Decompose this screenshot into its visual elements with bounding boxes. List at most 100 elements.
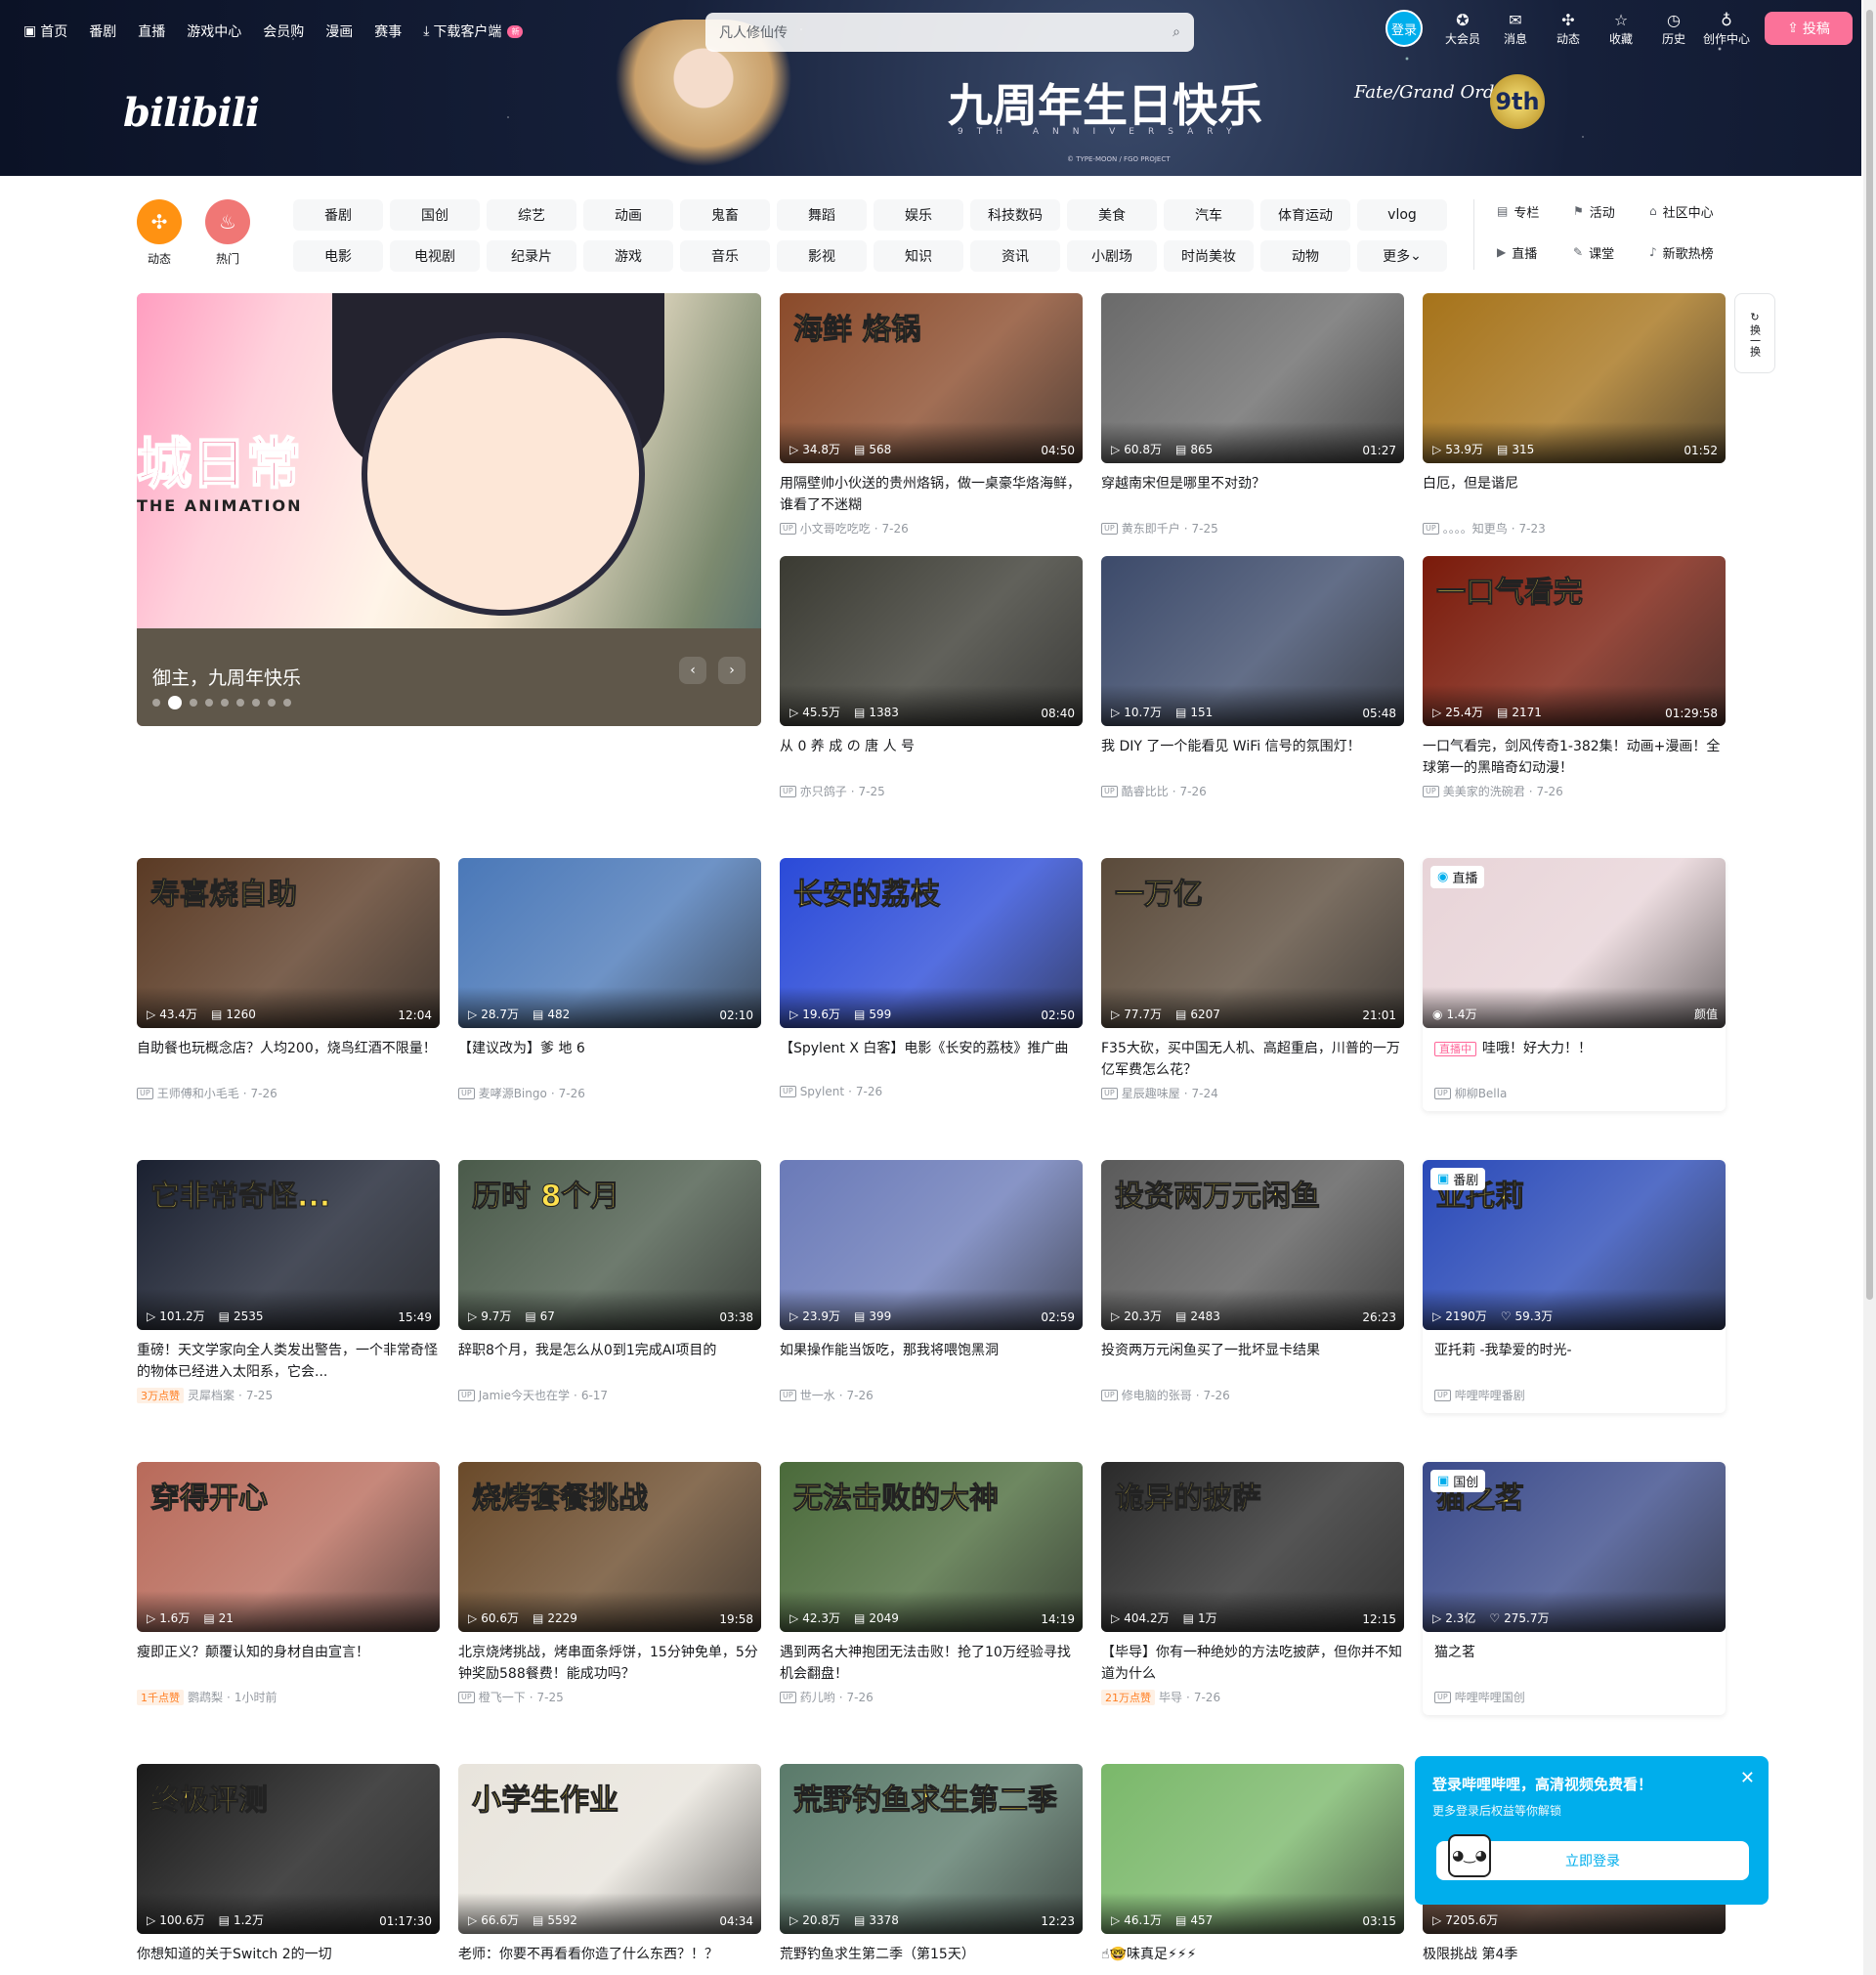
upload-button[interactable]: ⇪ 投稿 [1765, 12, 1853, 45]
video-card[interactable]: 诡异的披萨 ▷ 404.2万 ▤ 1万 12:15 【毕导】你有一种绝妙的方法吃披萨，但你并… [1101, 1462, 1404, 1705]
video-title[interactable]: 荒野钓鱼求生第二季（第15天） [780, 1944, 1083, 1975]
video-title[interactable]: 穿越南宋但是哪里不对劲？ [1101, 473, 1404, 516]
carousel-dot[interactable] [190, 699, 197, 707]
carousel-prev-button[interactable]: ‹ [679, 657, 706, 684]
video-card[interactable]: ◉ 直播 ◉ 1.4万 颜值 直播中 哇哦！好大力！！ UP 柳柳Bella [1423, 858, 1726, 1111]
user-nav-history[interactable]: ◷ 历史 [1647, 11, 1700, 47]
carousel-dot[interactable] [221, 699, 229, 707]
video-card[interactable]: 小学生作业 ▷ 66.6万 ▤ 5592 04:34 老师：你要不再看看你造了什么东西？！？ [458, 1764, 761, 1975]
channel-chip[interactable]: 体育运动 [1260, 199, 1350, 231]
channel-chip[interactable]: 舞蹈 [777, 199, 867, 231]
video-thumbnail[interactable]: 历时 8个月 ▷ 9.7万 ▤ 67 03:38 [458, 1160, 761, 1330]
carousel-title[interactable]: 御主，九周年快乐 [152, 664, 301, 690]
video-thumbnail[interactable]: 一口气看完 ▷ 25.4万 ▤ 2171 01:29:58 [1423, 556, 1726, 726]
video-card[interactable]: 烧烤套餐挑战 ▷ 60.6万 ▤ 2229 19:58 北京烧烤挑战，烤串面条烀饼，15分钟… [458, 1462, 761, 1705]
channel-chip[interactable]: 更多 ⌄ [1357, 240, 1447, 272]
carousel-dot[interactable] [152, 699, 160, 707]
video-thumbnail[interactable]: ▷ 45.5万 ▤ 1383 08:40 [780, 556, 1083, 726]
channel-chip[interactable]: 知识 [874, 240, 963, 272]
video-title[interactable]: 我 DIY 了一个能看见 WiFi 信号的氛围灯！ [1101, 736, 1404, 779]
video-meta[interactable]: UP 橙飞一下 · 7-25 [458, 1689, 761, 1705]
video-thumbnail[interactable]: ▷ 23.9万 ▤ 399 02:59 [780, 1160, 1083, 1330]
video-thumbnail[interactable]: 海鲜 烙锅 ▷ 34.8万 ▤ 568 04:50 [780, 293, 1083, 463]
side-link[interactable]: ✎ 课堂 [1573, 240, 1649, 264]
video-thumbnail[interactable]: 终极评测 ▷ 100.6万 ▤ 1.2万 01:17:30 [137, 1764, 440, 1934]
dynamic-entry[interactable]: ✣ 动态 [137, 199, 182, 267]
video-meta[interactable]: UP 药儿哟 · 7-26 [780, 1689, 1083, 1705]
side-link[interactable]: ▶ 直播 [1497, 240, 1573, 264]
video-meta[interactable]: UP 修电脑的张哥 · 7-26 [1101, 1387, 1404, 1403]
video-thumbnail[interactable]: 穿得开心 ▷ 1.6万 ▤ 21 [137, 1462, 440, 1632]
video-title[interactable]: 你想知道的关于Switch 2的一切 [137, 1944, 440, 1975]
video-card[interactable]: ▷ 28.7万 ▤ 482 02:10 【建议改为】爹 地 6 UP 麦哮源Bingo · 7-2… [458, 858, 761, 1101]
video-author[interactable]: Spylent [800, 1085, 844, 1098]
nav-item[interactable]: 赛事 [374, 21, 402, 41]
video-thumbnail[interactable]: 无法击败的大神 ▷ 42.3万 ▤ 2049 14:19 [780, 1462, 1083, 1632]
video-title[interactable]: 极限挑战 第4季 [1423, 1944, 1726, 1975]
hot-entry[interactable]: ♨ 热门 [205, 199, 250, 267]
video-author[interactable]: 。。。。知更鸟 [1443, 520, 1508, 537]
channel-chip[interactable]: 纪录片 [487, 240, 576, 272]
video-author[interactable]: 黄东即千户 [1122, 520, 1180, 537]
video-meta[interactable]: 1千点赞 鹦鹉梨 · 1小时前 [137, 1689, 440, 1705]
video-meta[interactable]: UP Spylent · 7-26 [780, 1085, 1083, 1098]
channel-chip[interactable]: vlog [1357, 199, 1447, 231]
video-title[interactable]: 瘦即正义？颠覆认知的身材自由宣言！ [137, 1642, 440, 1685]
video-card[interactable]: ▷ 23.9万 ▤ 399 02:59 如果操作能当饭吃，那我将喂饱黑洞 UP 世一水 · 7-2… [780, 1160, 1083, 1403]
video-title[interactable]: 如果操作能当饭吃，那我将喂饱黑洞 [780, 1340, 1083, 1383]
channel-chip[interactable]: 综艺 [487, 199, 576, 231]
search-bar[interactable]: 凡人修仙传 ⌕ [705, 13, 1194, 52]
scrollbar-thumb[interactable] [1866, 10, 1873, 1300]
user-nav-favorite[interactable]: ☆ 收藏 [1595, 11, 1647, 47]
hero-carousel[interactable]: 城日常 THE ANIMATION 御主，九周年快乐 ‹ › [137, 293, 761, 726]
video-thumbnail[interactable]: 寿喜烧自助 ▷ 43.4万 ▤ 1260 12:04 [137, 858, 440, 1028]
video-author[interactable]: Jamie今天也在学 [479, 1387, 570, 1403]
search-input[interactable]: 凡人修仙传 [719, 22, 1172, 42]
video-author[interactable]: 小文哥吃吃吃 [800, 520, 871, 537]
video-card[interactable]: 它非常奇怪... ▷ 101.2万 ▤ 2535 15:49 重磅！天文学家向全人类发出警告… [137, 1160, 440, 1403]
video-thumbnail[interactable]: ▷ 60.8万 ▤ 865 01:27 [1101, 293, 1404, 463]
login-avatar-button[interactable]: 登录 [1386, 10, 1423, 47]
carousel-dot[interactable] [168, 696, 182, 709]
video-title[interactable]: 遇到两名大神抱团无法击败！抢了10万经验寻找机会翻盘！ [780, 1642, 1083, 1685]
video-meta[interactable]: UP 麦哮源Bingo · 7-26 [458, 1085, 761, 1101]
side-link[interactable]: ♪ 新歌热榜 [1649, 240, 1726, 264]
video-thumbnail[interactable]: 诡异的披萨 ▷ 404.2万 ▤ 1万 12:15 [1101, 1462, 1404, 1632]
video-card[interactable]: 一口气看完 ▷ 25.4万 ▤ 2171 01:29:58 一口气看完，剑风传奇1-382集… [1423, 556, 1726, 799]
video-author[interactable]: 哔哩哔哩国创 [1455, 1689, 1525, 1705]
video-author[interactable]: 酷睿比比 [1122, 783, 1169, 799]
video-author[interactable]: 世一水 [800, 1387, 835, 1403]
video-thumbnail[interactable]: ▷ 53.9万 ▤ 315 01:52 [1423, 293, 1726, 463]
video-meta[interactable]: 3万点赞 灵犀档案 · 7-25 [137, 1387, 440, 1403]
video-author[interactable]: 药儿哟 [800, 1689, 835, 1705]
side-link[interactable]: ▤ 专栏 [1497, 199, 1573, 223]
video-thumbnail[interactable]: 烧烤套餐挑战 ▷ 60.6万 ▤ 2229 19:58 [458, 1462, 761, 1632]
video-meta[interactable]: UP 亦只鸽子 · 7-25 [780, 783, 1083, 799]
carousel-next-button[interactable]: › [718, 657, 746, 684]
side-link[interactable]: ⌂ 社区中心 [1649, 199, 1726, 223]
user-nav-dynamic[interactable]: ✣ 动态 [1542, 11, 1595, 47]
video-card[interactable]: 猫之茗 ▣ 国创 ▷ 2.3亿 ♡ 275.7万 猫之茗 UP 哔哩哔哩国创 [1423, 1462, 1726, 1715]
channel-chip[interactable]: 小剧场 [1067, 240, 1157, 272]
video-author[interactable]: 灵犀档案 [188, 1387, 234, 1403]
channel-chip[interactable]: 美食 [1067, 199, 1157, 231]
video-thumbnail[interactable]: 投资两万元闲鱼 ▷ 20.3万 ▤ 2483 26:23 [1101, 1160, 1404, 1330]
user-nav-message[interactable]: ✉ 消息 [1489, 11, 1542, 47]
channel-chip[interactable]: 游戏 [583, 240, 673, 272]
video-author[interactable]: 星辰趣味屋 [1122, 1085, 1180, 1101]
video-card[interactable]: 长安的荔枝 ▷ 19.6万 ▤ 599 02:50 【Spylent X 白客】电影《长安的… [780, 858, 1083, 1098]
channel-chip[interactable]: 科技数码 [970, 199, 1060, 231]
search-icon[interactable]: ⌕ [1172, 24, 1180, 40]
video-meta[interactable]: UP 小文哥吃吃吃 · 7-26 [780, 520, 1083, 537]
video-thumbnail[interactable]: 一万亿 ▷ 77.7万 ▤ 6207 21:01 [1101, 858, 1404, 1028]
channel-chip[interactable]: 资讯 [970, 240, 1060, 272]
video-author[interactable]: 修电脑的张哥 [1122, 1387, 1192, 1403]
video-card[interactable]: ▷ 60.8万 ▤ 865 01:27 穿越南宋但是哪里不对劲？ UP 黄东即千户 · 7-25 [1101, 293, 1404, 537]
video-card[interactable]: ▷ 46.1万 ▤ 457 03:15 ☝🤓味真足⚡⚡⚡ [1101, 1764, 1404, 1975]
video-title[interactable]: 重磅！天文学家向全人类发出警告，一个非常奇怪的物体已经进入太阳系，它会... [137, 1340, 440, 1383]
channel-chip[interactable]: 动物 [1260, 240, 1350, 272]
video-thumbnail[interactable]: ▷ 10.7万 ▤ 151 05:48 [1101, 556, 1404, 726]
channel-chip[interactable]: 电影 [293, 240, 383, 272]
video-card[interactable]: 一万亿 ▷ 77.7万 ▤ 6207 21:01 F35大砍，买中国无人机、高超重启，川普的… [1101, 858, 1404, 1101]
video-thumbnail[interactable]: 小学生作业 ▷ 66.6万 ▤ 5592 04:34 [458, 1764, 761, 1934]
